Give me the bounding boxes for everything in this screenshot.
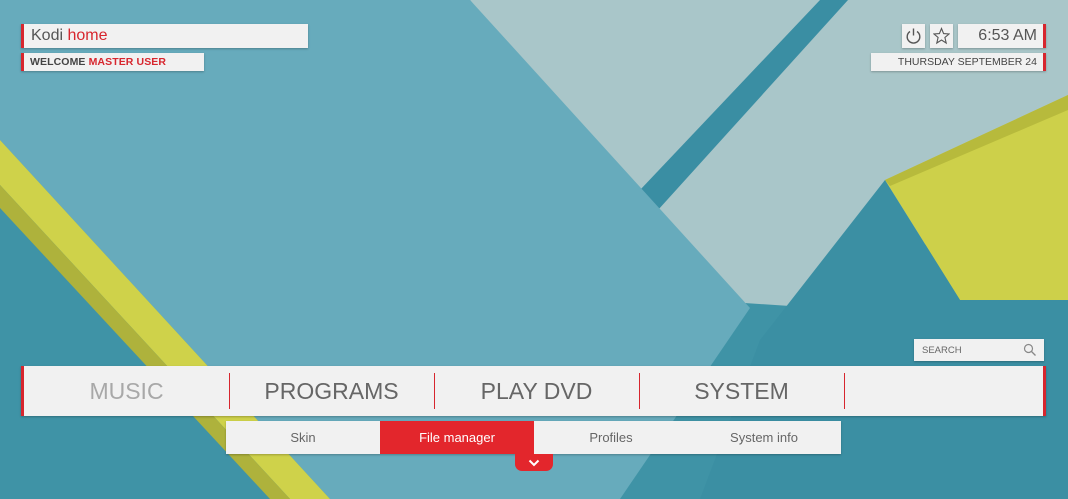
- menu-separator: [844, 373, 845, 409]
- submenu-item-skin[interactable]: Skin: [226, 421, 380, 454]
- submenu-item-file-manager[interactable]: File manager: [380, 421, 534, 454]
- power-icon: [906, 28, 921, 44]
- date-box: THURSDAY SEPTEMBER 24: [871, 53, 1046, 71]
- clock-time: 6:53 AM: [978, 27, 1037, 44]
- user-name: MASTER USER: [88, 56, 167, 68]
- menu-item-play-dvd[interactable]: PLAY DVD: [434, 366, 639, 416]
- menu-item-music[interactable]: MUSIC: [24, 366, 229, 416]
- star-icon: [933, 27, 950, 45]
- clock-box: 6:53 AM: [958, 24, 1046, 48]
- search-icon: [1023, 343, 1036, 356]
- favourites-button[interactable]: [930, 24, 953, 48]
- app-name: Kodi: [31, 27, 64, 44]
- submenu-item-system-info[interactable]: System info: [687, 421, 841, 454]
- date-text: THURSDAY SEPTEMBER 24: [897, 56, 1037, 68]
- page-title-box: Kodi home: [21, 24, 308, 48]
- page-name: home: [67, 27, 108, 44]
- welcome-prefix: WELCOME: [30, 56, 86, 68]
- menu-item-system[interactable]: SYSTEM: [639, 366, 844, 416]
- main-menu: MUSIC PROGRAMS PLAY DVD SYSTEM: [21, 366, 1046, 416]
- search-button[interactable]: SEARCH: [914, 339, 1044, 361]
- submenu-item-profiles[interactable]: Profiles: [534, 421, 688, 454]
- search-label: SEARCH: [922, 345, 962, 356]
- welcome-box: WELCOME MASTER USER: [21, 53, 204, 71]
- welcome-text: WELCOME MASTER USER: [30, 56, 166, 68]
- sub-menu: Skin File manager Profiles System info: [226, 421, 841, 454]
- chevron-down-icon: [528, 459, 540, 467]
- menu-item-programs[interactable]: PROGRAMS: [229, 366, 434, 416]
- page-title: Kodi home: [31, 27, 108, 45]
- expand-submenu-button[interactable]: [515, 454, 553, 471]
- power-button[interactable]: [902, 24, 925, 48]
